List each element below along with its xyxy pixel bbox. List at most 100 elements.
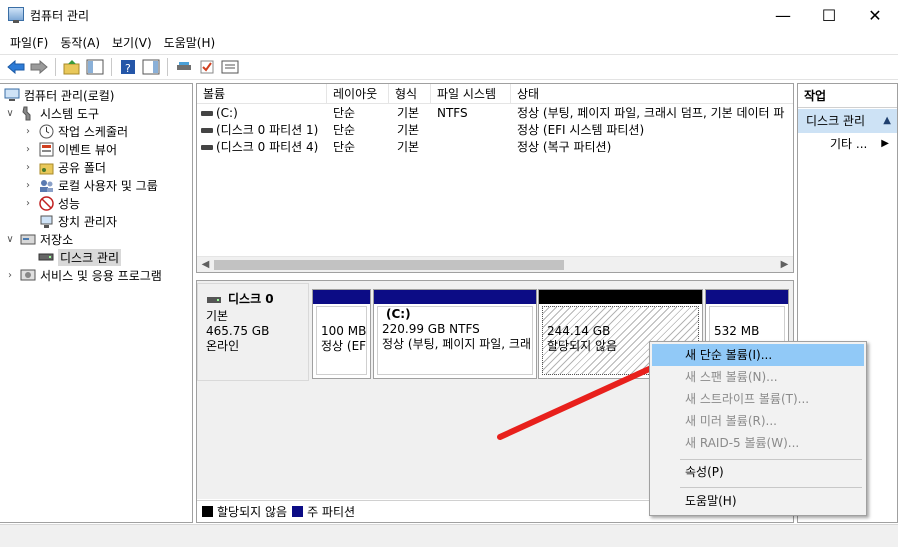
partition-label [321,315,362,324]
column-layout[interactable]: 레이아웃 [327,84,389,104]
chevron-right-icon[interactable]: › [4,270,16,281]
back-icon[interactable] [6,57,26,77]
partition-efi[interactable]: 100 MB 정상 (EFI [312,289,371,379]
volume-fs: NTFS [437,106,468,120]
volume-name: (디스크 0 파티션 1) [216,123,319,137]
computer-icon [4,88,20,103]
maximize-button[interactable]: ☐ [806,0,852,31]
minimize-button[interactable]: — [760,0,806,31]
tree-item-storage[interactable]: ∨ 저장소 [4,230,73,248]
chevron-right-icon[interactable]: › [22,144,34,155]
legend-primary-label: 주 파티션 [307,505,356,519]
forward-icon[interactable] [29,57,49,77]
show-hide-tree-icon[interactable] [85,57,105,77]
disk-icon [207,296,221,303]
volume-row[interactable]: (디스크 0 파티션 1) 단순 기본 정상 (EFI 시스템 파티션) [197,122,793,139]
scrollbar-thumb[interactable] [214,260,564,270]
help-icon[interactable]: ? [118,57,138,77]
properties-pane-icon[interactable] [141,57,161,77]
volume-status: 정상 (부팅, 페이지 파일, 크래시 덤프, 기본 데이터 파 [517,106,785,120]
menu-new-mirror-volume[interactable]: 새 미러 볼륨(R)... [652,410,864,432]
volume-layout: 단순 [333,140,356,154]
users-icon [38,178,54,193]
toolbar-separator [55,58,56,76]
legend-unallocated-label: 할당되지 않음 [217,505,288,519]
volume-row[interactable]: (C:) 단순 기본 NTFS 정상 (부팅, 페이지 파일, 크래시 덤프, … [197,105,793,122]
menu-help[interactable]: 도움말(H) [158,32,222,53]
partition-status: 정상 (EFI [321,339,367,353]
title-bar: 컴퓨터 관리 — ☐ ✕ [0,0,898,31]
partition-label [714,315,780,324]
toolbar: ? [0,54,898,80]
partition-label: (C:) [386,307,411,321]
partition-bar [539,290,702,304]
menu-separator [680,459,862,460]
list-view-icon[interactable] [220,57,240,77]
scroll-right-icon[interactable]: ▶ [776,257,793,272]
disk-info[interactable]: 디스크 0 기본 465.75 GB 온라인 [197,283,309,381]
partition-size: 100 MB [321,324,367,338]
toolbar-separator [167,58,168,76]
volume-layout: 단순 [333,106,356,120]
chevron-right-icon[interactable]: › [22,180,34,191]
menu-view[interactable]: 보기(V) [106,32,158,53]
menu-new-spanned-volume[interactable]: 새 스팬 볼륨(N)... [652,366,864,388]
horizontal-scrollbar[interactable]: ◀ ▶ [197,256,793,272]
tree-item-services[interactable]: › 서비스 및 응용 프로그램 [4,266,162,284]
storage-icon [20,232,36,247]
volume-status: 정상 (EFI 시스템 파티션) [517,123,645,137]
collapse-icon[interactable]: ▲ [883,109,891,133]
action-more-label: 기타 ... [830,137,868,151]
connect-icon[interactable] [174,57,194,77]
tree-item-event-viewer[interactable]: › 이벤트 뷰어 [22,140,117,158]
volume-icon [201,145,213,150]
tree-item-system-tools[interactable]: ∨ 시스템 도구 [4,104,99,122]
menu-new-simple-volume[interactable]: 새 단순 볼륨(I)... [652,344,864,366]
action-more[interactable]: 기타 ... ▶ [798,133,897,155]
menu-properties[interactable]: 속성(P) [652,461,864,483]
chevron-down-icon[interactable]: ∨ [4,234,16,245]
volume-icon [201,111,213,116]
performance-icon [38,195,54,211]
up-folder-icon[interactable] [62,57,82,77]
close-button[interactable]: ✕ [852,0,898,31]
menu-action[interactable]: 동작(A) [54,32,106,53]
tree-item-device-manager[interactable]: 장치 관리자 [38,212,117,230]
column-type[interactable]: 형식 [389,84,431,104]
column-status[interactable]: 상태 [511,84,793,104]
menu-new-striped-volume[interactable]: 새 스트라이프 볼륨(T)... [652,388,864,410]
toolbar-separator [111,58,112,76]
tree-item-performance[interactable]: › 성능 [22,194,80,212]
chevron-right-icon[interactable]: › [22,162,34,173]
submenu-arrow-icon: ▶ [881,138,889,149]
menu-new-raid5-volume[interactable]: 새 RAID-5 볼륨(W)... [652,432,864,454]
context-menu: 새 단순 볼륨(I)... 새 스팬 볼륨(N)... 새 스트라이프 볼륨(T… [649,341,867,516]
menu-file[interactable]: 파일(F) [4,32,54,53]
menu-help-item[interactable]: 도움말(H) [652,490,864,512]
volume-icon [201,128,213,133]
action-disk-management-label: 디스크 관리 [806,114,866,128]
check-icon[interactable] [197,57,217,77]
tree-item-root[interactable]: 컴퓨터 관리(로컬) [4,86,114,104]
column-file-system[interactable]: 파일 시스템 [431,84,511,104]
partition-label [547,315,694,324]
status-bar [0,524,898,547]
volume-name: (C:) [216,106,238,120]
shared-folder-icon [38,160,54,175]
chevron-right-icon[interactable]: › [22,126,34,137]
scroll-left-icon[interactable]: ◀ [197,257,214,272]
tree-item-task-scheduler[interactable]: › 작업 스케줄러 [22,122,128,140]
chevron-right-icon[interactable]: › [22,198,34,209]
device-manager-icon [38,214,54,229]
column-volume[interactable]: 볼륨 [197,84,327,104]
partition-bar [313,290,370,304]
action-disk-management[interactable]: 디스크 관리 ▲ [798,109,897,133]
chevron-down-icon[interactable]: ∨ [4,108,16,119]
volume-row[interactable]: (디스크 0 파티션 4) 단순 기본 정상 (복구 파티션) [197,139,793,156]
partition-size: 532 MB [714,324,760,338]
tree-item-shared-folders[interactable]: › 공유 폴더 [22,158,106,176]
tree-item-disk-management[interactable]: 디스크 관리 [38,248,122,266]
disk-name: 디스크 0 [228,292,274,306]
tree-item-local-users[interactable]: › 로컬 사용자 및 그룹 [22,176,158,194]
menu-separator [680,487,862,488]
